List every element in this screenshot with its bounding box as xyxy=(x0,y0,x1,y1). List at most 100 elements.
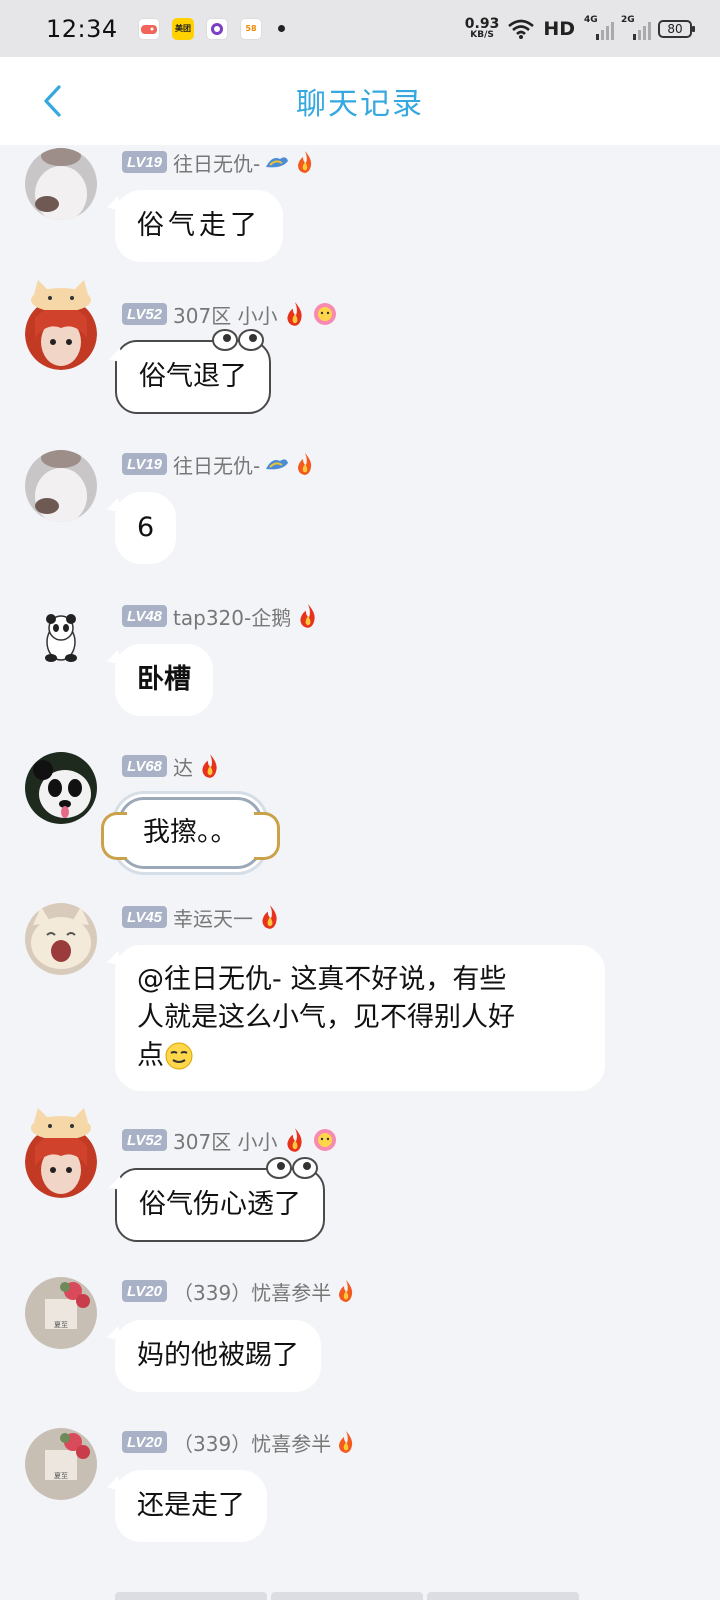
battery-icon: 80 xyxy=(658,19,695,38)
level-badge: LV52 xyxy=(122,1129,168,1151)
message-text: 俗气走了 xyxy=(137,210,261,241)
avatar[interactable] xyxy=(25,1108,97,1198)
avatar-card-label: 夏至 xyxy=(54,1472,68,1480)
speed-value: 0.93 xyxy=(464,16,500,32)
signal-4g-icon: 4G xyxy=(584,14,614,40)
message-bubble[interactable]: 俗气走了 xyxy=(115,190,283,262)
message-text-line: 点 xyxy=(137,1040,164,1071)
smirk-emoji-icon xyxy=(165,1042,193,1070)
fire-badge-icon xyxy=(335,1430,357,1454)
sender-meta: LV48 tap320-企鹅 xyxy=(122,602,321,631)
eyes-decoration-icon xyxy=(266,1157,318,1179)
next-message-preview xyxy=(115,1592,579,1600)
sender-name[interactable]: tap320-企鹅 xyxy=(173,602,291,631)
sender-meta: LV45 幸运天一 xyxy=(122,903,283,932)
fire-badge-icon xyxy=(197,753,223,779)
avatar[interactable] xyxy=(25,450,97,522)
level-badge: LV68 xyxy=(122,755,168,777)
message-bubble[interactable]: 卧槽 xyxy=(115,644,213,716)
fire-badge-icon xyxy=(335,1279,357,1303)
net1-label: 4G xyxy=(584,14,598,25)
sender-name[interactable]: 往日无仇- xyxy=(173,148,260,177)
fire-badge-icon xyxy=(282,301,308,327)
sender-name[interactable]: 往日无仇- xyxy=(173,450,260,479)
sender-name[interactable]: 307区 小小 xyxy=(173,300,278,329)
level-badge: LV20 xyxy=(122,1280,168,1302)
sender-name[interactable]: 达 xyxy=(173,752,193,781)
avatar[interactable]: 夏至 xyxy=(25,1277,97,1349)
mask-ear-right xyxy=(253,812,280,860)
message-bubble[interactable]: 我擦。。 xyxy=(101,797,280,869)
level-badge: LV20 xyxy=(122,1431,168,1453)
message-text-line: @往日无仇- 这真不好说，有些 xyxy=(137,964,507,995)
sender-meta: LV52 307区 小小 xyxy=(122,300,338,329)
eyes-decoration-icon xyxy=(212,329,264,351)
game-app-icon xyxy=(138,17,160,40)
message-bubble[interactable]: 俗气退了 xyxy=(115,329,271,414)
cat-frame-icon xyxy=(31,1108,91,1138)
wifi-icon xyxy=(508,19,535,39)
avatar[interactable] xyxy=(25,903,97,975)
message-bubble[interactable]: 还是走了 xyxy=(115,1470,267,1542)
fire-badge-icon xyxy=(294,150,316,174)
chevron-left-icon xyxy=(44,85,61,117)
fire-badge-icon xyxy=(294,452,316,476)
sender-meta: LV52 307区 小小 xyxy=(122,1126,338,1155)
speed-unit: KB/S xyxy=(470,30,494,40)
notification-icons: 美团 58 xyxy=(138,17,285,40)
message-text: 俗气伤心透了 xyxy=(139,1189,301,1220)
status-time: 12:34 xyxy=(46,14,118,43)
level-badge: LV48 xyxy=(122,605,168,627)
message-text: 卧槽 xyxy=(137,664,191,695)
sender-meta: LV20 （339）忧喜参半 xyxy=(122,1428,357,1457)
flower-badge-icon xyxy=(312,1127,338,1153)
net2-label: 2G xyxy=(621,14,635,25)
message-text: 6 xyxy=(137,512,155,543)
fire-badge-icon xyxy=(295,603,321,629)
page-title: 聊天记录 xyxy=(296,87,424,122)
avatar[interactable] xyxy=(25,280,97,370)
message-text: 还是走了 xyxy=(137,1490,245,1521)
message-bubble[interactable]: 俗气伤心透了 xyxy=(115,1157,325,1242)
level-badge: LV19 xyxy=(122,151,168,173)
fire-badge-icon xyxy=(282,1127,308,1153)
sender-name[interactable]: 307区 小小 xyxy=(173,1126,278,1155)
meituan-app-icon: 美团 xyxy=(172,17,194,40)
message-text: 俗气退了 xyxy=(139,361,247,392)
hd-label: HD xyxy=(543,17,575,40)
avatar[interactable] xyxy=(25,602,97,674)
message-text-line: 人就是这么小气，见不得别人好 xyxy=(137,1002,515,1033)
top-bar: 聊天记录 xyxy=(0,57,720,145)
message-bubble[interactable]: 妈的他被踢了 xyxy=(115,1320,321,1392)
status-bar: 12:34 美团 58 0.93 KB/S HD 4G 2G 80 xyxy=(0,0,720,57)
app-58-icon: 58 xyxy=(240,17,262,40)
avatar[interactable] xyxy=(25,148,97,220)
level-badge: LV52 xyxy=(122,303,168,325)
sender-name[interactable]: （339）忧喜参半 xyxy=(173,1277,331,1306)
dragon-badge-icon xyxy=(264,453,290,475)
avatar[interactable]: 夏至 xyxy=(25,1428,97,1500)
level-badge: LV19 xyxy=(122,453,168,475)
avatar-card-label: 夏至 xyxy=(54,1321,68,1329)
cat-frame-icon xyxy=(31,280,91,310)
dragon-badge-icon xyxy=(264,151,290,173)
message-text: 我擦。。 xyxy=(143,817,238,848)
sender-meta: LV68 达 xyxy=(122,752,223,781)
fire-badge-icon xyxy=(257,904,283,930)
message-bubble[interactable]: 6 xyxy=(115,492,177,564)
sender-meta: LV20 （339）忧喜参半 xyxy=(122,1277,357,1306)
mask-ear-left xyxy=(101,812,127,860)
network-speed: 0.93 KB/S xyxy=(465,17,500,40)
sender-name[interactable]: 幸运天一 xyxy=(173,903,253,932)
message-text: 妈的他被踢了 xyxy=(137,1340,299,1371)
message-bubble[interactable]: @往日无仇- 这真不好说，有些 人就是这么小气，见不得别人好 点 xyxy=(115,945,605,1091)
flower-badge-icon xyxy=(312,301,338,327)
sender-meta: LV19 往日无仇- xyxy=(122,148,316,177)
sender-meta: LV19 往日无仇- xyxy=(122,450,316,479)
sender-name[interactable]: （339）忧喜参半 xyxy=(173,1428,331,1457)
purple-app-icon xyxy=(206,17,228,40)
avatar[interactable] xyxy=(25,752,97,824)
signal-2g-icon: 2G xyxy=(621,14,651,40)
back-button[interactable] xyxy=(30,79,74,123)
more-notifications-dot xyxy=(278,25,285,32)
